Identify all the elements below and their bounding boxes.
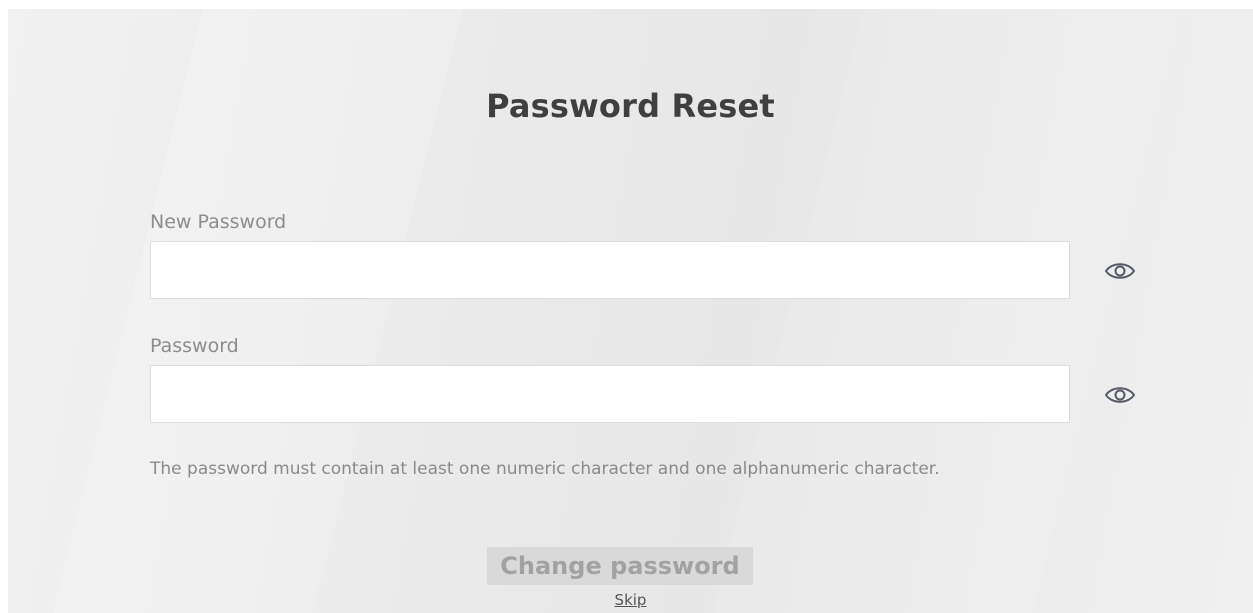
eye-icon[interactable] xyxy=(1103,384,1137,406)
change-password-button[interactable]: Change password xyxy=(487,547,753,585)
new-password-label: New Password xyxy=(150,211,287,233)
password-hint: The password must contain at least one n… xyxy=(150,459,940,479)
password-input[interactable] xyxy=(150,365,1070,423)
page-title: Password Reset xyxy=(486,87,775,125)
password-reset-panel: Password Reset New Password Password The… xyxy=(8,9,1253,613)
skip-link[interactable]: Skip xyxy=(615,591,647,609)
new-password-input[interactable] xyxy=(150,241,1070,299)
password-label: Password xyxy=(150,335,239,357)
eye-icon[interactable] xyxy=(1103,260,1137,282)
skip-link-container: Skip xyxy=(8,591,1253,609)
